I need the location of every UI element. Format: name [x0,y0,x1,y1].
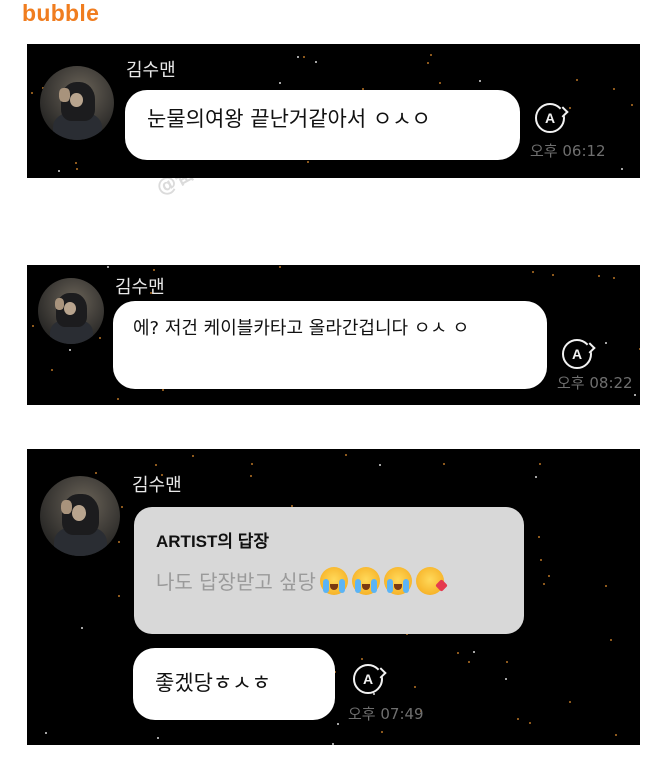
bubble-logo: bubble [22,0,100,26]
star-dot [478,79,481,82]
star-dot [538,536,541,539]
star-dot [80,626,83,629]
reply-title: ARTIST의 답장 [156,532,270,551]
star-dot [438,81,441,84]
sender-name: 김수맨 [126,60,176,81]
star-dot [331,742,334,745]
message-time: 오후 07:49 [348,705,424,723]
star-dot [51,369,54,372]
star-dot [380,730,383,733]
star-dot [361,658,364,661]
message-bubble[interactable]: 좋겠당ㅎㅅㅎ [133,648,335,720]
star-dot [538,462,541,465]
star-dot [517,717,520,720]
star-dot [457,652,460,655]
star-dot [532,271,535,274]
star-dot [605,342,608,345]
reply-quote-text: 나도 답장받고 싶당 [156,570,316,594]
message-bubble[interactable]: 눈물의여왕 끝난거같아서 ㅇㅅㅇ [125,90,520,160]
star-dot [306,160,309,163]
star-dot [472,650,475,653]
star-dot [297,55,300,58]
sender-avatar[interactable] [40,476,120,556]
star-dot [117,594,120,597]
star-dot [547,575,550,578]
message-time: 오후 08:22 [557,374,633,392]
translate-icon[interactable]: A [535,103,565,133]
star-dot [633,394,636,397]
star-dot [604,584,607,587]
star-dot [95,472,98,475]
loudly-crying-face-emoji [319,567,348,595]
star-dot [118,540,121,543]
star-dot [506,660,509,663]
star-dot [303,56,306,59]
star-dot [620,168,623,171]
star-dot [543,583,546,586]
star-dot [468,661,471,664]
star-dot [98,337,101,339]
star-dot [598,275,601,278]
translate-icon[interactable]: A [562,339,592,369]
sender-name: 김수맨 [132,475,182,496]
star-dot [32,324,35,327]
star-dot [152,268,155,271]
star-dot [638,348,640,351]
star-dot [610,638,613,641]
star-dot [430,54,432,57]
star-dot [568,701,571,704]
loudly-crying-face-emoji [383,567,412,595]
star-dot [337,722,340,725]
star-dot [155,463,158,466]
star-dot [552,273,555,276]
message-panel-2: 김수맨 에? 저건 케이블카타고 올라간겁니다 ㅇㅅ ㅇ A 오후 08:22 [27,265,640,405]
star-dot [505,677,508,680]
star-dot [576,79,579,82]
loudly-crying-face-emoji [351,567,380,595]
star-dot [373,692,376,695]
star-dot [192,454,195,457]
star-dot [413,685,416,688]
star-dot [250,474,253,477]
star-dot [116,397,119,400]
message-time: 오후 06:12 [530,142,606,160]
star-dot [378,463,381,466]
star-dot [106,265,109,268]
message-panel-3: 김수맨 ARTIST의 답장 나도 답장받고 싶당 좋겠당ㅎㅅㅎ A 오후 07… [27,449,640,745]
star-dot [631,103,634,106]
sender-name: 김수맨 [115,277,165,298]
star-dot [345,453,348,456]
star-dot [251,463,254,466]
star-dot [528,722,531,725]
artist-reply-card[interactable]: ARTIST의 답장 나도 답장받고 싶당 [134,507,524,634]
reply-quote: 나도 답장받고 싶당 [156,566,502,595]
star-dot [442,462,445,465]
star-dot [314,60,317,63]
star-dot [69,349,72,352]
star-dot [156,736,159,739]
message-panel-1: 김수맨 눈물의여왕 끝난거같아서 ㅇㅅㅇ A 오후 06:12 [27,44,640,178]
star-dot [540,558,543,561]
star-dot [120,506,123,509]
star-dot [45,731,48,734]
star-dot [278,82,281,85]
star-dot [427,62,430,65]
star-dot [615,733,617,736]
star-dot [57,169,60,172]
star-dot [161,389,164,392]
star-dot [278,266,281,269]
star-dot [612,87,615,90]
sender-avatar[interactable] [38,278,104,344]
star-dot [613,277,616,280]
sender-avatar[interactable] [40,66,114,140]
message-bubble[interactable]: 에? 저건 케이블카타고 올라간겁니다 ㅇㅅ ㅇ [113,301,547,389]
star-dot [31,92,34,95]
star-dot [535,475,538,478]
translate-icon[interactable]: A [353,664,383,694]
star-dot [75,161,78,164]
star-dot [568,107,571,110]
face-blowing-kiss-emoji [415,567,448,595]
star-dot [75,168,78,171]
